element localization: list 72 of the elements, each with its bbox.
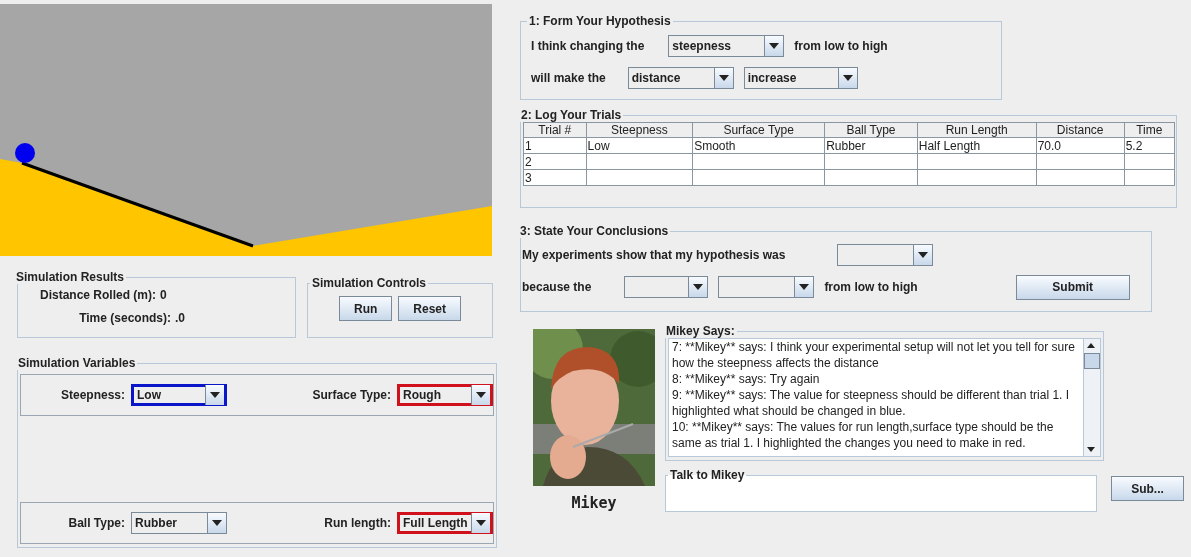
caret-icon: [476, 520, 486, 526]
dropdown[interactable]: Low: [131, 384, 227, 406]
table-cell: Rubber: [824, 137, 918, 154]
column-header: Ball Type: [824, 122, 918, 138]
tutor-name: Mikey: [571, 494, 617, 512]
column-header: Steepness: [586, 122, 693, 138]
group-title: Simulation Results: [15, 270, 126, 284]
dropdown[interactable]: [718, 276, 815, 298]
caret-icon: [718, 75, 729, 81]
dropdown[interactable]: Rough: [397, 384, 493, 406]
result-value: .0: [175, 311, 185, 325]
caret-icon: [769, 43, 780, 49]
column-header: Trial #: [523, 122, 587, 138]
prompt-text: from low to high: [824, 280, 918, 294]
caret-icon: [918, 252, 929, 258]
table-cell: Smooth: [692, 137, 825, 154]
chat-message: 8: **Mikey** says: Try again: [672, 371, 821, 387]
send-button[interactable]: Sub...: [1111, 476, 1184, 501]
caret-icon: [842, 75, 853, 81]
table-cell: [1124, 169, 1175, 186]
talk-field[interactable]: Talk to Mikey: [665, 468, 1097, 512]
chat-message: 9: **Mikey** says: The value for steepness should be different than trial 1. I highlighted what should be changed in blue.: [672, 387, 1071, 419]
variable-label: Surface Type:: [312, 388, 391, 402]
dropdown[interactable]: increase: [743, 67, 858, 89]
scroll-thumb[interactable]: [1084, 353, 1100, 369]
table-cell: 2: [523, 153, 587, 170]
group-title: 3: State Your Conclusions: [519, 224, 670, 238]
result-label: Time (seconds):: [79, 311, 171, 325]
column-header: Surface Type: [692, 122, 825, 138]
column-header: Time: [1124, 122, 1175, 138]
control-button[interactable]: Run: [339, 296, 393, 321]
dropdown[interactable]: distance: [627, 67, 734, 89]
caret-icon: [212, 520, 222, 526]
control-button[interactable]: Reset: [398, 296, 461, 321]
group-title: Simulation Controls: [311, 276, 427, 290]
column-header: Distance: [1036, 122, 1125, 138]
dropdown[interactable]: Rubber: [131, 512, 227, 534]
scrollbar[interactable]: [1083, 339, 1100, 456]
caret-icon: [799, 284, 810, 290]
variable-label: Run length:: [324, 516, 391, 530]
variable-label: Steepness:: [59, 388, 125, 402]
table-cell: 70.0: [1036, 137, 1125, 154]
table-cell: 3: [523, 169, 587, 186]
table-cell: [1124, 153, 1175, 170]
dropdown[interactable]: Full Length: [397, 512, 493, 534]
group-title: 1: Form Your Hypothesis: [528, 14, 672, 28]
prompt-text: will make the: [531, 71, 606, 85]
submit-button[interactable]: Submit: [1015, 274, 1130, 300]
prompt-text: from low to high: [794, 39, 888, 53]
prompt-text: My experiments show that my hypothesis was: [522, 248, 786, 262]
column-header: Run Length: [917, 122, 1037, 138]
dropdown[interactable]: [837, 244, 934, 266]
chat-message: 10: **Mikey** says: The values for run length,surface type should be the same as trial 1. I highlighted the changes you need to make in red.: [672, 419, 1055, 451]
table-cell: 5.2: [1124, 137, 1175, 154]
dropdown[interactable]: steepness: [668, 35, 785, 57]
caret-icon: [210, 392, 220, 398]
group-title: Mikey Says:: [665, 324, 736, 338]
result-value: 0: [160, 288, 167, 302]
prompt-text: because the: [522, 280, 592, 294]
caret-icon: [476, 392, 486, 398]
table-cell: Low: [586, 137, 693, 154]
variable-label: Ball Type:: [67, 516, 125, 530]
chat-message: 7: **Mikey** says: I think your experimental setup will not let you tell for sure how the steepness affects the distance: [672, 339, 1076, 371]
result-label: Distance Rolled (m):: [40, 288, 156, 302]
table-cell: 1: [523, 137, 587, 154]
group-title: 2: Log Your Trials: [520, 108, 623, 122]
dropdown[interactable]: [624, 276, 709, 298]
group-title: Talk to Mikey: [669, 468, 746, 482]
group-title: Simulation Variables: [17, 356, 137, 370]
table-cell: Half Length: [917, 137, 1037, 154]
prompt-text: I think changing the: [531, 39, 645, 53]
caret-icon: [693, 284, 704, 290]
